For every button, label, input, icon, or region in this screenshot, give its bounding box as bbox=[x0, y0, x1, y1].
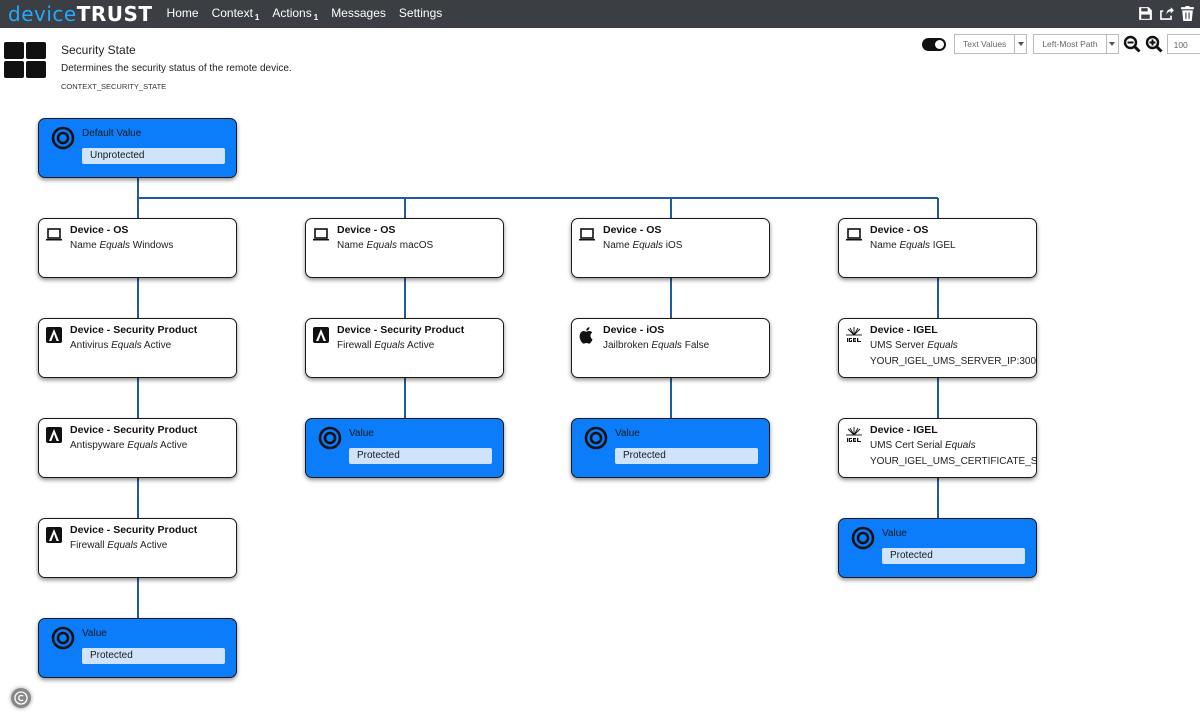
node-value: Protected bbox=[882, 548, 1025, 564]
node-title: Device - OS bbox=[337, 224, 396, 236]
node-title: Device - IGEL bbox=[870, 424, 938, 436]
node-value: Protected bbox=[349, 448, 492, 464]
value-node[interactable]: Value Protected bbox=[571, 418, 770, 478]
node-label: Value bbox=[615, 428, 640, 439]
condition-node[interactable]: Device - OS Name Equals iOS bbox=[571, 218, 770, 278]
security-product-icon bbox=[46, 427, 62, 443]
condition-node[interactable]: Device - Security Product Firewall Equal… bbox=[305, 318, 504, 378]
node-title: Device - Security Product bbox=[337, 324, 465, 336]
node-condition: UMS Server Equals bbox=[870, 340, 958, 351]
laptop-icon bbox=[313, 228, 329, 241]
value-node[interactable]: Value Protected bbox=[305, 418, 504, 478]
condition-node[interactable]: Device - IGEL UMS Cert Serial Equals YOU… bbox=[838, 418, 1037, 478]
target-icon bbox=[51, 126, 75, 150]
node-condition: Antispyware Equals Active bbox=[70, 440, 188, 451]
condition-node[interactable]: Device - OS Name Equals IGEL bbox=[838, 218, 1037, 278]
node-condition: Antivirus Equals Active bbox=[70, 340, 172, 351]
node-condition: UMS Cert Serial Equals bbox=[870, 440, 976, 451]
condition-node[interactable]: Device - OS Name Equals macOS bbox=[305, 218, 504, 278]
laptop-icon bbox=[46, 228, 62, 241]
node-label: Default Value bbox=[82, 128, 142, 139]
laptop-icon bbox=[846, 228, 862, 241]
node-title: Device - IGEL bbox=[870, 324, 938, 336]
node-label: Value bbox=[882, 528, 907, 539]
target-icon bbox=[851, 526, 875, 550]
value-node[interactable]: Value Protected bbox=[38, 618, 237, 678]
condition-node[interactable]: Device - Security Product Antispyware Eq… bbox=[38, 418, 237, 478]
condition-node[interactable]: Device - OS Name Equals Windows bbox=[38, 218, 237, 278]
node-condition: Name Equals Windows bbox=[70, 240, 174, 251]
default-value-node[interactable]: Default Value Unprotected bbox=[38, 118, 237, 178]
node-condition: Name Equals iOS bbox=[603, 240, 683, 251]
node-condition: Name Equals IGEL bbox=[870, 240, 956, 251]
node-condition: Firewall Equals Active bbox=[337, 340, 435, 351]
node-value: Protected bbox=[615, 448, 758, 464]
node-title: Device - OS bbox=[603, 224, 662, 236]
condition-node[interactable]: Device - Security Product Antivirus Equa… bbox=[38, 318, 237, 378]
igel-icon bbox=[846, 427, 862, 443]
condition-node[interactable]: Device - iOS Jailbroken Equals False bbox=[571, 318, 770, 378]
node-value: Protected bbox=[82, 648, 225, 664]
condition-node[interactable]: Device - Security Product Firewall Equal… bbox=[38, 518, 237, 578]
node-condition: Name Equals macOS bbox=[337, 240, 434, 251]
security-product-icon bbox=[46, 327, 62, 343]
node-title: Device - OS bbox=[870, 224, 929, 236]
security-product-icon bbox=[313, 327, 329, 343]
node-title: Device - Security Product bbox=[70, 424, 198, 436]
value-node[interactable]: Value Protected bbox=[838, 518, 1037, 578]
node-title: Device - Security Product bbox=[70, 524, 198, 536]
node-label: Value bbox=[82, 628, 107, 639]
copyright-icon[interactable] bbox=[11, 688, 31, 708]
node-value: Unprotected bbox=[82, 148, 225, 164]
igel-icon bbox=[846, 327, 862, 343]
target-icon bbox=[318, 426, 342, 450]
target-icon bbox=[584, 426, 608, 450]
node-condition: Jailbroken Equals False bbox=[603, 340, 710, 351]
laptop-icon bbox=[579, 228, 595, 241]
node-title: Device - OS bbox=[70, 224, 129, 236]
target-icon bbox=[51, 626, 75, 650]
node-condition-value: YOUR_IGEL_UMS_SERVER_IP:30001 bbox=[870, 356, 1036, 367]
node-label: Value bbox=[349, 428, 374, 439]
security-product-icon bbox=[46, 527, 62, 543]
condition-node[interactable]: Device - IGEL UMS Server Equals YOUR_IGE… bbox=[838, 318, 1037, 378]
node-condition: Firewall Equals Active bbox=[70, 540, 168, 551]
node-title: Device - Security Product bbox=[70, 324, 198, 336]
node-title: Device - iOS bbox=[603, 324, 665, 336]
apple-icon bbox=[579, 327, 593, 344]
node-condition-value: YOUR_IGEL_UMS_CERTIFICATE_SERIAL bbox=[870, 456, 1036, 467]
